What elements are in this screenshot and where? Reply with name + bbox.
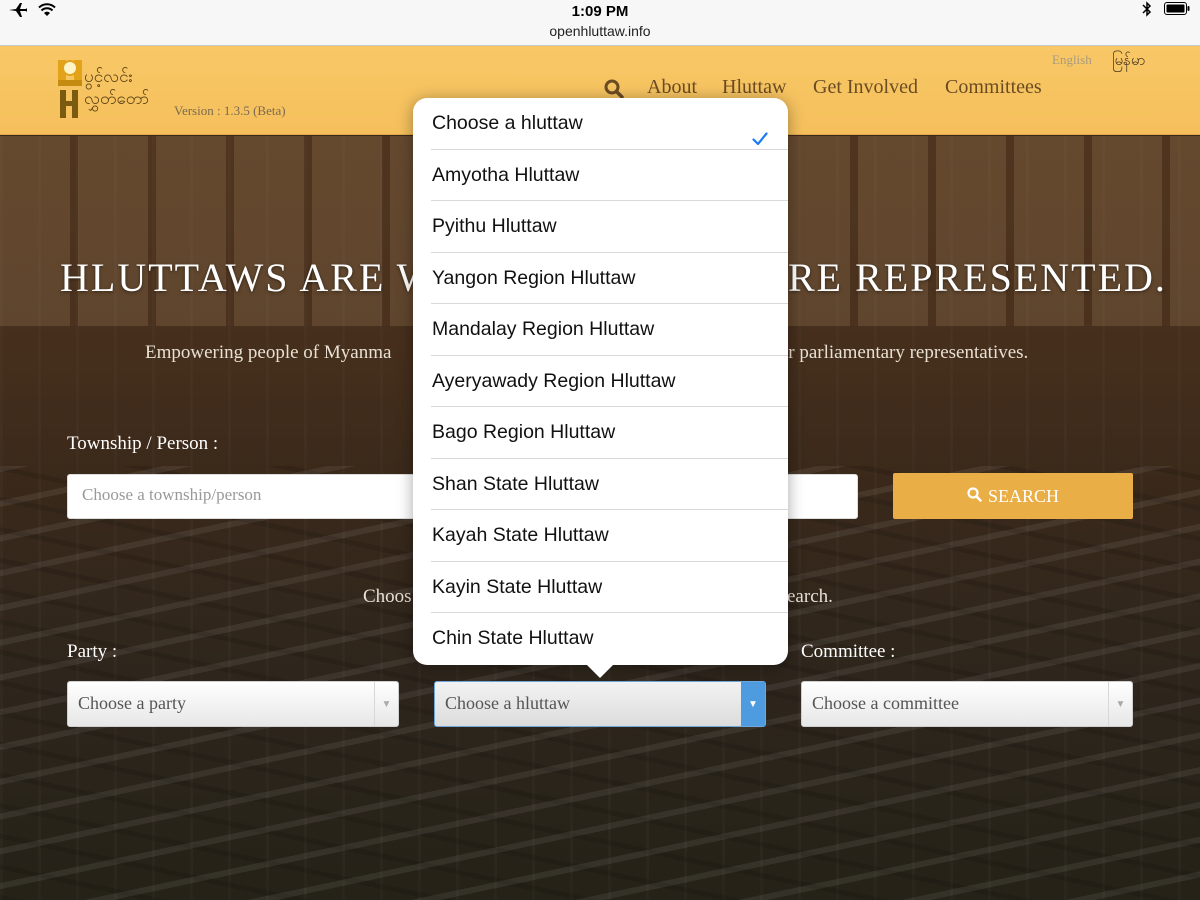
nav-about[interactable]: About [647,76,697,99]
picker-option-label: Chin State Hluttaw [432,627,594,649]
chevron-down-icon: ▼ [374,682,398,726]
picker-option-label: Ayeryawady Region Hluttaw [432,369,676,392]
logo-text-bottom: လွှတ်တော် [84,89,150,109]
party-select[interactable]: Choose a party ▼ [67,681,399,727]
lang-english-link[interactable]: English [1052,52,1092,68]
nav-committees[interactable]: Committees [945,76,1042,99]
picker-option[interactable]: Amyotha Hluttaw [431,150,788,201]
search-button-label: SEARCH [987,486,1059,506]
picker-option[interactable]: Mandalay Region Hluttaw [431,304,788,356]
chevron-down-icon: ▼ [741,682,765,726]
picker-option[interactable]: Bago Region Hluttaw [431,407,788,459]
status-right [1142,0,1190,22]
hint-right: earch. [787,586,833,607]
committee-label: Committee : [801,641,896,662]
picker-option[interactable]: Yangon Region Hluttaw [431,253,788,304]
picker-option-label: Choose a hluttaw [432,112,583,134]
hluttaw-select[interactable]: Choose a hluttaw ▼ [434,681,766,727]
committee-select[interactable]: Choose a committee ▼ [801,681,1133,727]
battery-icon [1164,2,1190,20]
picker-option-label: Kayah State Hluttaw [432,524,609,546]
picker-option[interactable]: Pyithu Hluttaw [431,201,788,253]
committee-select-value: Choose a committee [812,693,959,713]
tagline-left: Empowering people of Myanma [145,342,392,363]
headline-right: RE REPRESENTED. [788,255,1167,300]
search-icon [967,473,982,519]
picker-option-label: Bago Region Hluttaw [432,421,616,443]
township-label: Township / Person : [67,433,219,454]
nav-hluttaw[interactable]: Hluttaw [722,76,786,99]
hluttaw-picker-popover: Choose a hluttaw Amyotha Hluttaw Pyithu … [413,98,788,665]
search-button[interactable]: SEARCH [893,473,1133,519]
picker-option[interactable]: Shan State Hluttaw [431,459,788,510]
status-bar: 1:09 PM openhluttaw.info [0,0,1200,46]
version-label: Version : 1.3.5 (Beta) [174,103,286,118]
hluttaw-select-value: Choose a hluttaw [445,693,570,713]
picker-option-label: Mandalay Region Hluttaw [432,318,655,340]
chevron-down-icon: ▼ [1108,682,1132,726]
picker-option[interactable]: Chin State Hluttaw [431,613,788,665]
bluetooth-icon [1142,0,1152,22]
township-input[interactable]: Choose a township/person [67,474,427,519]
address-bar-url[interactable]: openhluttaw.info [0,23,1200,39]
popover-arrow [586,664,614,678]
tagline-right: ir parliamentary representatives. [783,342,1029,363]
picker-option[interactable]: Choose a hluttaw [431,98,788,150]
party-select-value: Choose a party [78,693,186,713]
picker-option-label: Amyotha Hluttaw [432,163,580,186]
site-logo[interactable]: ပွင့်လင်း လွှတ်တော် [54,58,154,122]
hint-left: Choos [363,586,412,607]
picker-option[interactable]: Kayah State Hluttaw [431,510,788,562]
party-label: Party : [67,641,118,662]
status-time: 1:09 PM [571,3,629,20]
nav-get-involved[interactable]: Get Involved [813,76,918,99]
picker-option-label: Yangon Region Hluttaw [432,266,636,289]
picker-option-label: Shan State Hluttaw [432,472,599,495]
headline-left: HLUTTAWS ARE W [60,255,437,300]
lang-myanmar-link[interactable]: မြန်မာ [1112,51,1146,73]
picker-option[interactable]: Ayeryawady Region Hluttaw [431,356,788,407]
picker-option[interactable]: Kayin State Hluttaw [431,562,788,613]
picker-option-label: Pyithu Hluttaw [432,215,557,237]
picker-option-label: Kayin State Hluttaw [432,575,603,598]
